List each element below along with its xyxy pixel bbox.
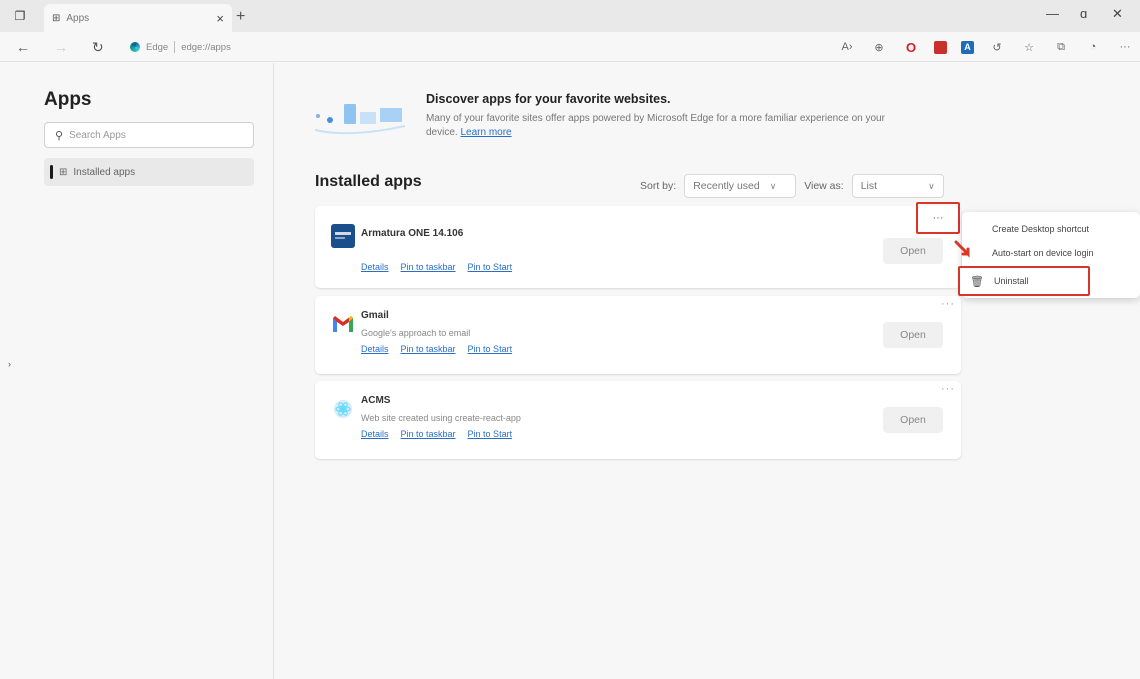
details-link[interactable]: Details xyxy=(361,429,389,439)
app-available-icon[interactable]: ⊕ xyxy=(870,38,888,56)
auto-start-item[interactable]: Auto-start on device login xyxy=(992,248,1094,258)
minimize-icon[interactable]: — xyxy=(1046,6,1059,21)
url-field[interactable]: Edge edge://apps xyxy=(130,38,231,56)
sidebar-item-installed-apps[interactable]: ⊞ Installed apps xyxy=(44,158,254,186)
pin-taskbar-link[interactable]: Pin to taskbar xyxy=(401,262,456,272)
grid-icon: ⊞ xyxy=(59,166,68,178)
acms-app-icon xyxy=(331,397,355,421)
pin-start-link[interactable]: Pin to Start xyxy=(468,429,513,439)
new-tab-icon[interactable]: + xyxy=(236,8,245,26)
browser-tab[interactable]: ⊞ Apps × xyxy=(44,4,232,32)
sidebar: Apps ⚲ Search Apps ⊞ Installed apps xyxy=(0,63,274,679)
view-label: View as: xyxy=(804,180,844,192)
toolbar-icons: A› ⊕ O A ↺ ☆ ⧉ ◔ ··· xyxy=(838,38,1134,56)
address-bar: ← → ↻ Edge edge://apps A› ⊕ O A ↺ ☆ ⧉ ◔ … xyxy=(0,32,1140,62)
app-links: Details Pin to taskbar Pin to Start xyxy=(361,262,512,272)
red-extension-icon[interactable] xyxy=(934,40,947,54)
app-card-armatura: Armatura ONE 14.106 Details Pin to taskb… xyxy=(315,206,961,288)
edge-logo-icon xyxy=(130,42,140,52)
app-card-gmail: ··· Gmail Google's approach to email Det… xyxy=(315,296,961,374)
app-description: Google's approach to email xyxy=(361,328,471,338)
apps-illustration-icon xyxy=(314,104,406,135)
uninstall-label: Uninstall xyxy=(993,276,1029,286)
profile-icon[interactable]: ◔ xyxy=(1084,38,1102,56)
more-menu-icon[interactable]: ··· xyxy=(1116,38,1134,56)
more-options-button-highlighted[interactable]: ··· xyxy=(916,202,960,234)
search-placeholder: Search Apps xyxy=(69,129,126,141)
red-arrow-icon xyxy=(954,240,970,258)
details-link[interactable]: Details xyxy=(361,262,389,272)
favorites-icon[interactable]: ☆ xyxy=(1020,38,1038,56)
apps-tab-icon: ⊞ xyxy=(52,12,61,24)
read-aloud-icon[interactable]: A› xyxy=(838,38,856,56)
banner-description: Many of your favorite sites offer apps p… xyxy=(426,112,896,140)
sort-label: Sort by: xyxy=(640,180,677,192)
sidebar-item-label: Installed apps xyxy=(73,166,136,178)
view-dropdown[interactable]: List ∨ xyxy=(851,174,944,198)
app-card-acms: ··· ACMS Web site created using create-r… xyxy=(315,381,961,459)
blue-extension-icon[interactable]: A xyxy=(961,40,974,54)
sort-value: Recently used xyxy=(693,180,760,192)
installed-apps-heading: Installed apps xyxy=(315,173,422,190)
pin-taskbar-link[interactable]: Pin to taskbar xyxy=(401,429,456,439)
view-value: List xyxy=(860,180,878,192)
tab-title: Apps xyxy=(66,12,90,24)
restore-icon[interactable]: ɑ xyxy=(1080,6,1087,21)
edge-marker: › xyxy=(8,359,11,369)
search-icon: ⚲ xyxy=(55,129,64,142)
banner-title: Discover apps for your favorite websites… xyxy=(426,92,671,106)
close-window-icon[interactable]: ✕ xyxy=(1112,6,1123,22)
refresh-extension-icon[interactable]: ↺ xyxy=(988,38,1006,56)
url-site: Edge xyxy=(146,41,169,53)
forward-icon[interactable]: → xyxy=(54,39,68,55)
collections-icon[interactable]: ⧉ xyxy=(1052,38,1070,56)
back-icon[interactable]: ← xyxy=(16,39,30,55)
pin-start-link[interactable]: Pin to Start xyxy=(468,344,513,354)
chevron-down-icon: ∨ xyxy=(928,180,935,191)
gmail-app-icon xyxy=(331,312,355,336)
more-options-icon[interactable]: ··· xyxy=(941,383,955,395)
sort-dropdown[interactable]: Recently used ∨ xyxy=(684,174,797,198)
app-name: Gmail xyxy=(361,310,389,321)
more-options-icon[interactable]: ··· xyxy=(941,298,955,310)
chevron-down-icon: ∨ xyxy=(769,180,777,191)
page-title: Apps xyxy=(44,89,92,110)
url-separator xyxy=(174,41,176,53)
app-name: ACMS xyxy=(361,395,391,406)
details-link[interactable]: Details xyxy=(361,344,389,354)
title-bar: ❐ ⊞ Apps × + — ɑ ✕ xyxy=(0,0,1140,32)
sort-view-controls: Sort by: Recently used ∨ View as: List ∨ xyxy=(640,174,944,198)
armatura-app-icon xyxy=(331,224,355,248)
trash-icon: 🗑 xyxy=(970,275,984,288)
search-input[interactable]: ⚲ Search Apps xyxy=(44,122,254,148)
pin-taskbar-link[interactable]: Pin to taskbar xyxy=(401,344,456,354)
app-links: Details Pin to taskbar Pin to Start xyxy=(361,344,512,354)
uninstall-menu-item[interactable]: 🗑 Uninstall xyxy=(958,266,1090,296)
refresh-icon[interactable]: ↻ xyxy=(92,39,104,56)
tab-actions-icon[interactable]: ❐ xyxy=(12,8,28,24)
app-links: Details Pin to taskbar Pin to Start xyxy=(361,429,512,439)
close-tab-icon[interactable]: × xyxy=(216,11,224,26)
url-path: edge://apps xyxy=(181,41,231,53)
app-description: Web site created using create-react-app xyxy=(361,413,521,423)
learn-more-link[interactable]: Learn more xyxy=(460,127,511,138)
open-button[interactable]: Open xyxy=(883,322,943,348)
app-name: Armatura ONE 14.106 xyxy=(361,228,464,239)
create-desktop-shortcut-item[interactable]: Create Desktop shortcut xyxy=(992,224,1089,234)
open-button[interactable]: Open xyxy=(883,407,943,433)
opera-extension-icon[interactable]: O xyxy=(902,38,920,56)
open-button[interactable]: Open xyxy=(883,238,943,264)
pin-start-link[interactable]: Pin to Start xyxy=(468,262,513,272)
selected-indicator xyxy=(50,165,53,179)
more-options-icon: ··· xyxy=(932,212,944,224)
